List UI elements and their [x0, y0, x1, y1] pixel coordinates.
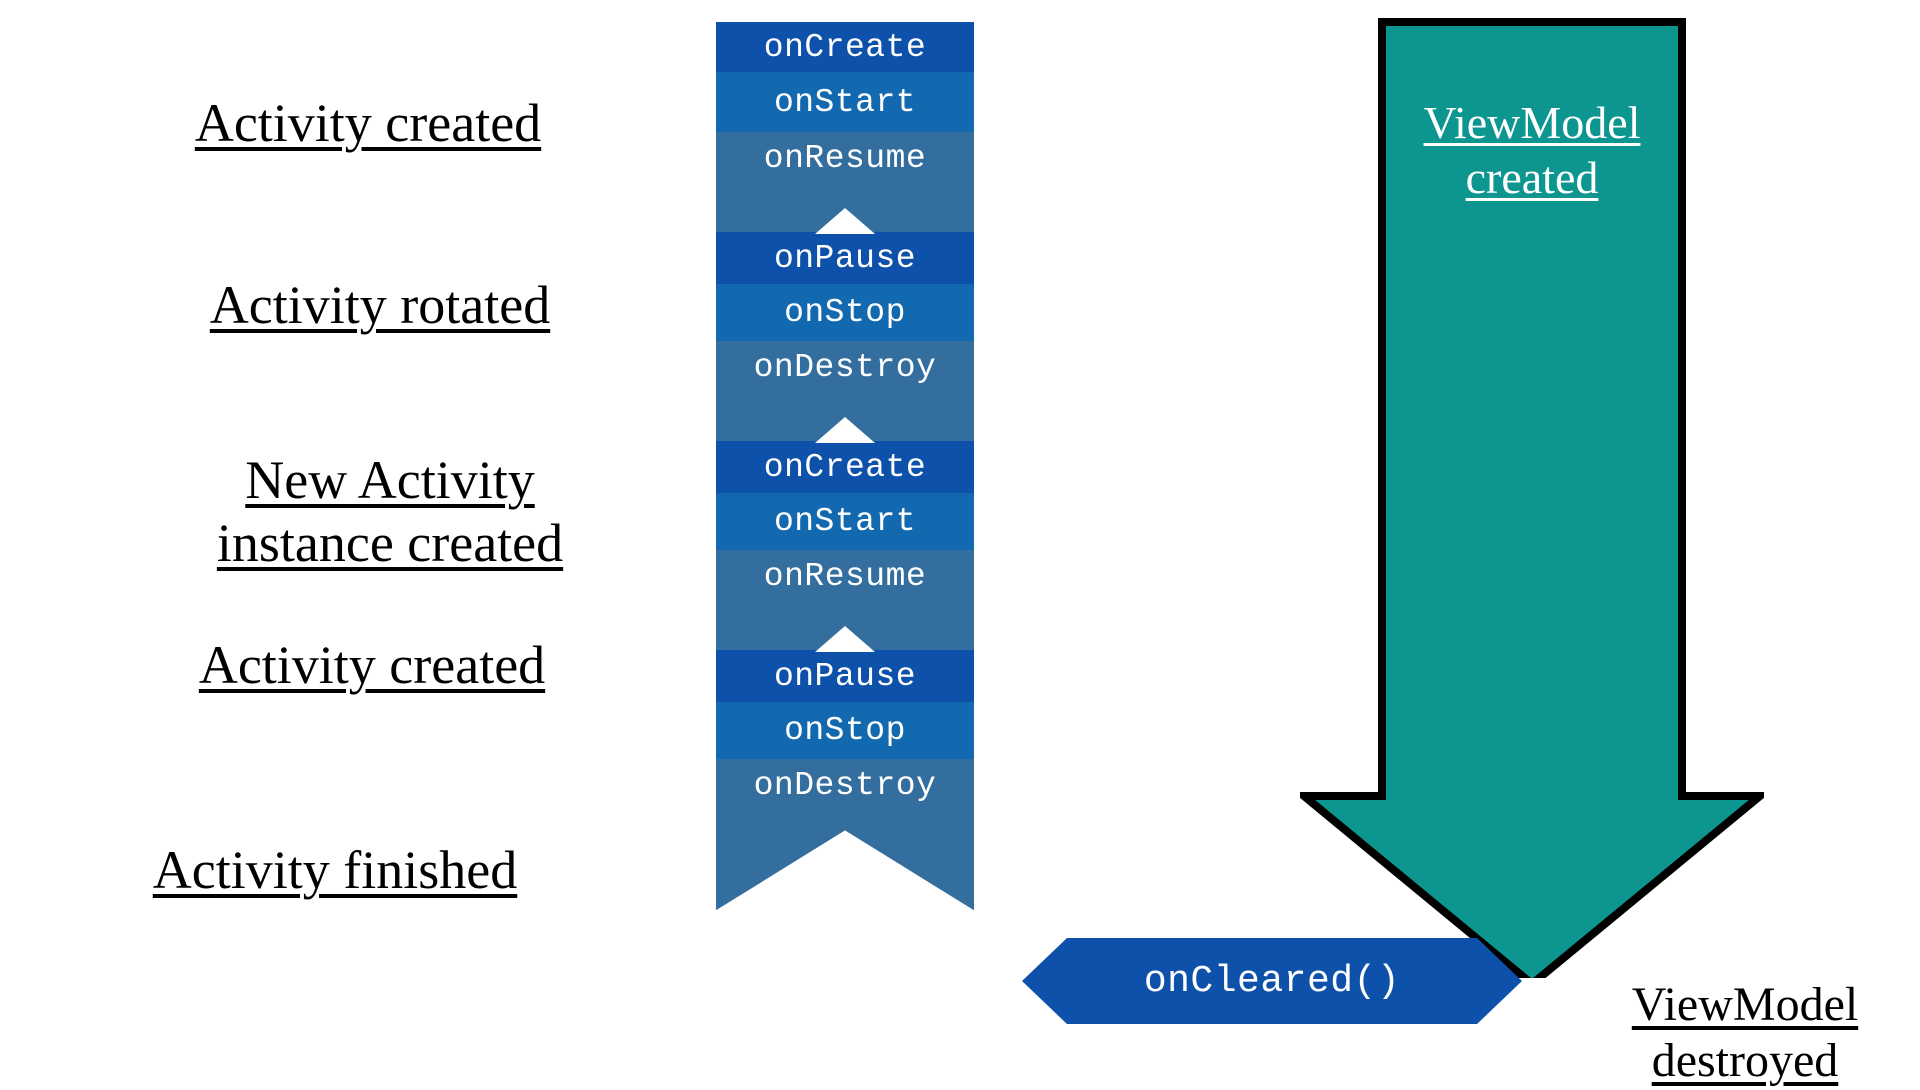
lifecycle-band: onStop — [716, 702, 974, 759]
lifecycle-band: onCreate — [716, 22, 974, 72]
lifecycle-band-label: onCreate — [763, 448, 927, 486]
on-cleared-label: onCleared() — [1143, 959, 1401, 1003]
lifecycle-band-label: onPause — [773, 239, 917, 277]
side-label-activity-created-2: Activity created — [172, 570, 572, 697]
side-label-text: Activity created — [194, 92, 542, 153]
lifecycle-band-label: onStart — [773, 503, 917, 540]
lifecycle-band: onStop — [716, 284, 974, 341]
lifecycle-band-label: onResume — [763, 140, 927, 177]
lifecycle-band: onCreate — [716, 441, 974, 493]
side-label-activity-rotated: Activity rotated — [180, 210, 580, 337]
activity-lifecycle-ribbon: onCreate onStart onResume onPause onStop onDe… — [716, 22, 974, 962]
side-label-activity-created-1: Activity created — [168, 28, 568, 155]
side-label-text: New Activity instance created — [216, 449, 564, 574]
on-cleared-shape: onCleared() — [1022, 938, 1522, 1024]
lifecycle-band: onDestroy — [716, 759, 974, 911]
lifecycle-band-label: onStop — [784, 712, 906, 749]
side-label-text: Activity rotated — [209, 274, 551, 335]
viewmodel-destroyed-text: ViewModel destroyed — [1631, 977, 1859, 1088]
lifecycle-band: onStart — [716, 72, 974, 132]
side-label-new-activity-instance-created: New Activity instance created — [200, 385, 580, 576]
side-label-text: Activity finished — [152, 839, 518, 900]
viewmodel-destroyed-label: ViewModel destroyed — [1580, 920, 1910, 1090]
lifecycle-band-label: onPause — [773, 657, 917, 695]
lifecycle-band: onPause — [716, 650, 974, 702]
lifecycle-band-label: onDestroy — [753, 349, 937, 386]
lifecycle-band: onPause — [716, 232, 974, 284]
viewmodel-lifetime-arrow: ViewModel created — [1300, 18, 1764, 978]
lifecycle-band-label: onStart — [773, 83, 917, 121]
lifecycle-band-label: onResume — [763, 558, 927, 595]
lifecycle-band: onStart — [716, 493, 974, 550]
viewmodel-arrow-shape — [1300, 18, 1764, 978]
diagram-canvas: Activity created Activity rotated New Ac… — [0, 0, 1920, 1087]
ribbon-clip: onCreate onStart onResume onPause onStop onDe… — [716, 22, 974, 911]
side-label-text: Activity created — [198, 634, 546, 695]
lifecycle-band-label: onDestroy — [753, 767, 937, 804]
lifecycle-band-label: onStop — [784, 294, 906, 331]
side-label-activity-finished: Activity finished — [120, 775, 550, 902]
lifecycle-band-label: onCreate — [763, 28, 927, 66]
on-cleared-hexagon: onCleared() — [1022, 938, 1522, 1024]
